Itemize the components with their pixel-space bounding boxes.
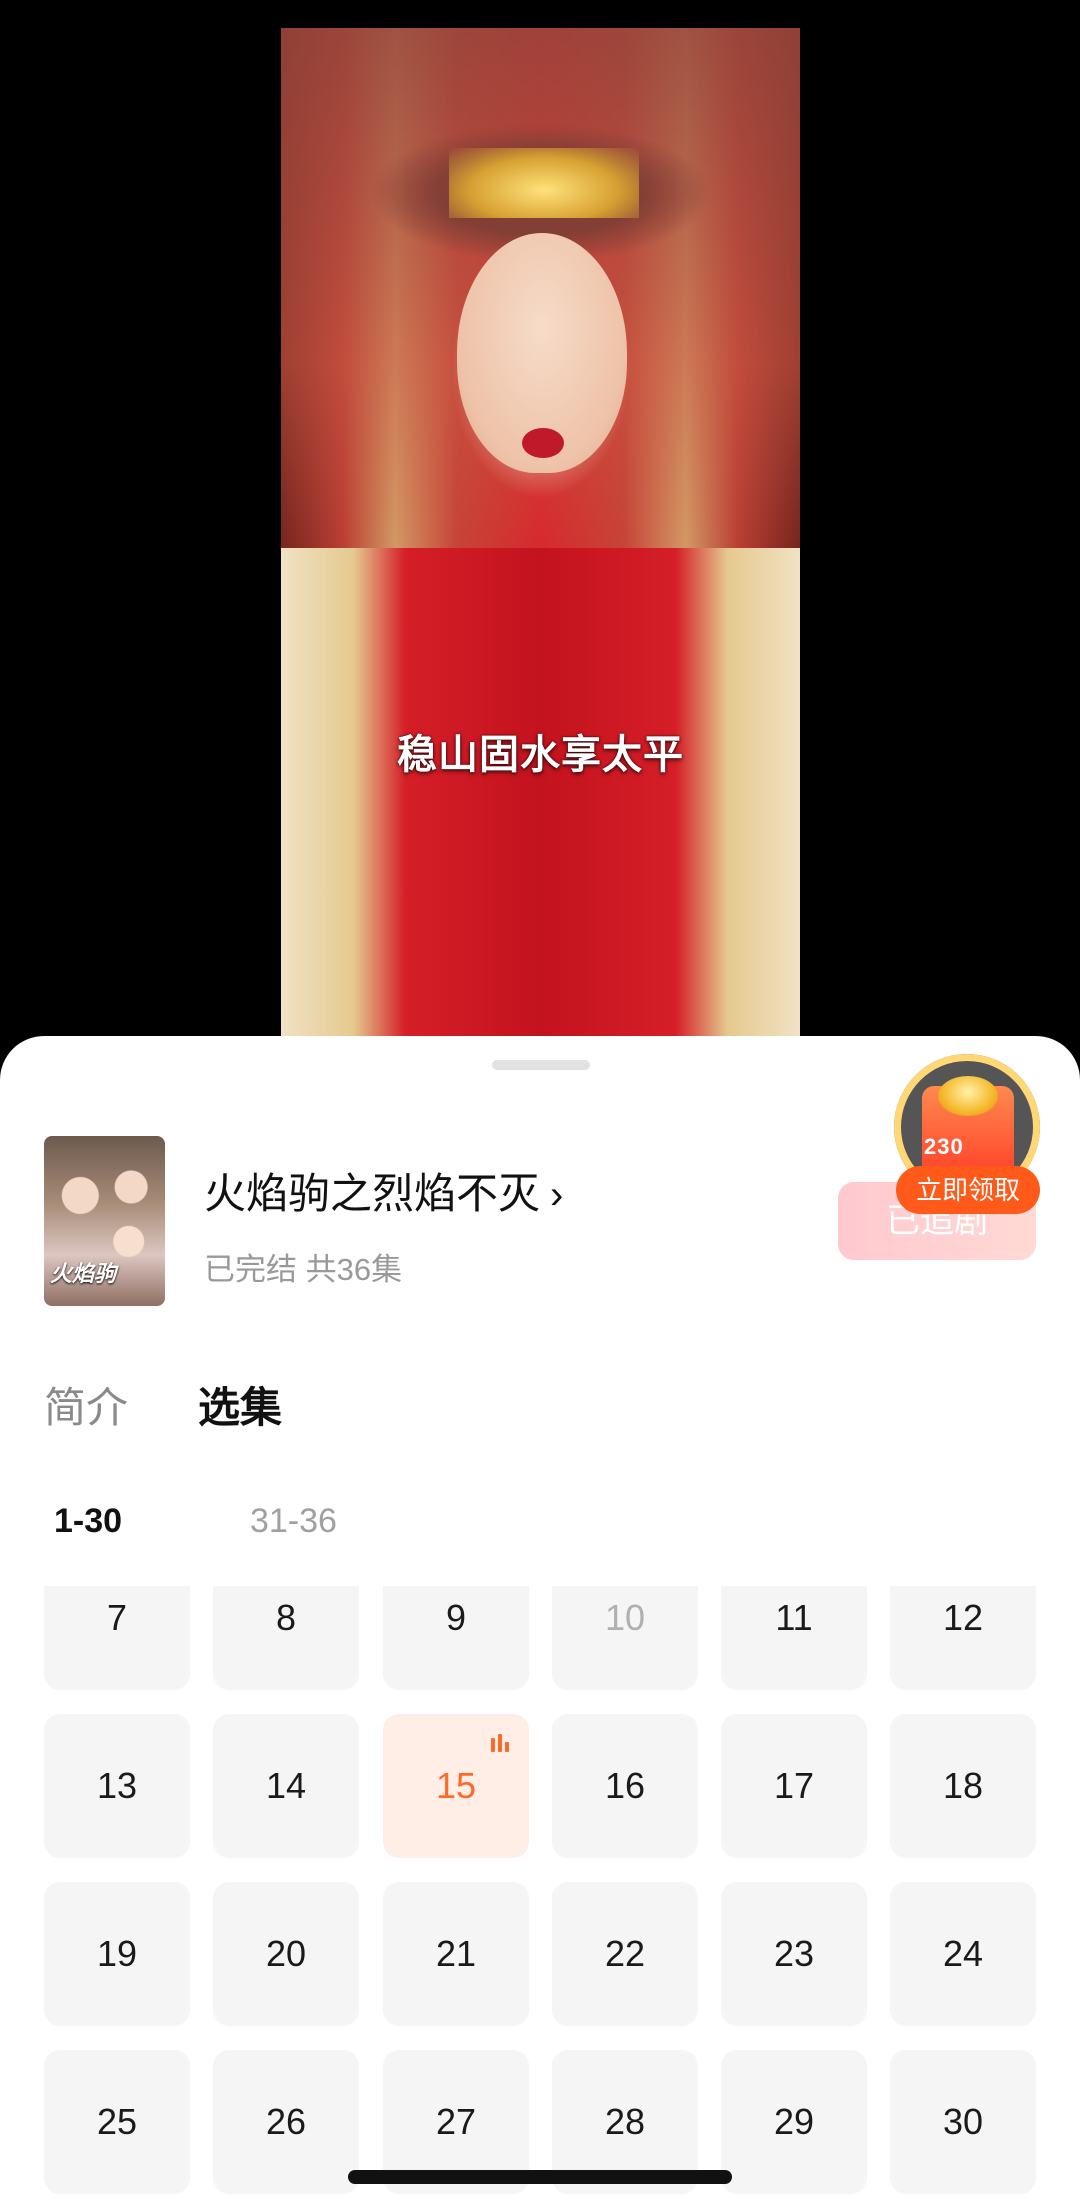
episode-number: 12 — [942, 1597, 984, 1638]
episode-29[interactable]: 29 — [721, 2050, 867, 2194]
episode-15[interactable]: 15 — [383, 1714, 529, 1858]
episode-25[interactable]: 25 — [44, 2050, 190, 2194]
episode-sheet: 火焰驹 火焰驹之烈焰不灭 › 已完结 共36集 已追剧 230 立即领取 简介 选… — [0, 1036, 1080, 2207]
episode-number: 14 — [265, 1765, 307, 1806]
episode-number: 8 — [275, 1597, 297, 1638]
drama-poster[interactable]: 火焰驹 — [44, 1136, 165, 1306]
range-tab-1[interactable]: 1-30 — [54, 1502, 122, 1541]
episode-grid: 7 8 9 10 11 12 13 14 15 16 17 18 19 20 21 22 23 24 25 26 27 2… — [0, 1586, 1080, 2207]
episode-number: 30 — [942, 2101, 984, 2142]
drama-title[interactable]: 火焰驹之烈焰不灭 › — [204, 1160, 563, 1221]
episode-number: 18 — [942, 1765, 984, 1806]
episode-9[interactable]: 9 — [383, 1586, 529, 1690]
episode-18[interactable]: 18 — [890, 1714, 1036, 1858]
episode-13[interactable]: 13 — [44, 1714, 190, 1858]
episode-11[interactable]: 11 — [721, 1586, 867, 1690]
episode-24[interactable]: 24 — [890, 1882, 1036, 2026]
episode-8[interactable]: 8 — [213, 1586, 359, 1690]
video-robe — [281, 548, 800, 1058]
episode-23[interactable]: 23 — [721, 1882, 867, 2026]
episode-number: 16 — [604, 1765, 646, 1806]
reward-number: 230 — [924, 1134, 964, 1159]
episode-7[interactable]: 7 — [44, 1586, 190, 1690]
episode-number: 20 — [265, 1933, 307, 1974]
episode-number: 11 — [775, 1597, 813, 1638]
episode-19[interactable]: 19 — [44, 1882, 190, 2026]
episode-20[interactable]: 20 — [213, 1882, 359, 2026]
drama-title-text: 火焰驹之烈焰不灭 — [204, 1170, 541, 1217]
tab-intro[interactable]: 简介 — [44, 1374, 128, 1435]
sheet-grabber[interactable] — [492, 1060, 590, 1070]
episode-21[interactable]: 21 — [383, 1882, 529, 2026]
episode-number: 19 — [96, 1933, 138, 1974]
episode-number: 7 — [106, 1597, 128, 1638]
episode-26[interactable]: 26 — [213, 2050, 359, 2194]
reward-claim-button[interactable]: 立即领取 — [896, 1166, 1040, 1214]
episode-number: 29 — [773, 2101, 815, 2142]
tab-episodes[interactable]: 选集 — [198, 1374, 282, 1435]
episode-12[interactable]: 12 — [890, 1586, 1036, 1690]
chevron-right-icon: › — [550, 1173, 564, 1217]
now-playing-icon — [491, 1734, 511, 1752]
video-subtitle: 稳山固水享太平 — [397, 733, 684, 777]
video-crown — [449, 148, 639, 218]
episode-number: 17 — [773, 1765, 815, 1806]
episode-10[interactable]: 10 — [552, 1586, 698, 1690]
home-indicator — [348, 2170, 732, 2184]
episode-number: 24 — [942, 1933, 984, 1974]
drama-meta: 已完结 共36集 — [204, 1252, 403, 1287]
poster-title: 火焰驹 — [50, 1261, 117, 1286]
episode-14[interactable]: 14 — [213, 1714, 359, 1858]
episode-22[interactable]: 22 — [552, 1882, 698, 2026]
episode-number: 9 — [445, 1597, 467, 1638]
gold-coin-icon — [938, 1076, 998, 1116]
episode-number: 27 — [435, 2101, 477, 2142]
episode-number: 23 — [773, 1933, 815, 1974]
episode-number: 21 — [435, 1933, 477, 1974]
episode-number: 28 — [604, 2101, 646, 2142]
episode-number: 25 — [96, 2101, 138, 2142]
video-player[interactable] — [281, 28, 800, 1058]
episode-number: 13 — [96, 1765, 138, 1806]
episode-number: 10 — [604, 1597, 646, 1638]
range-tab-2[interactable]: 31-36 — [250, 1502, 337, 1541]
episode-number: 26 — [265, 2101, 307, 2142]
episode-17[interactable]: 17 — [721, 1714, 867, 1858]
video-lips — [522, 428, 564, 458]
episode-30[interactable]: 30 — [890, 2050, 1036, 2194]
episode-number: 22 — [604, 1933, 646, 1974]
episode-number: 15 — [435, 1765, 477, 1806]
episode-16[interactable]: 16 — [552, 1714, 698, 1858]
